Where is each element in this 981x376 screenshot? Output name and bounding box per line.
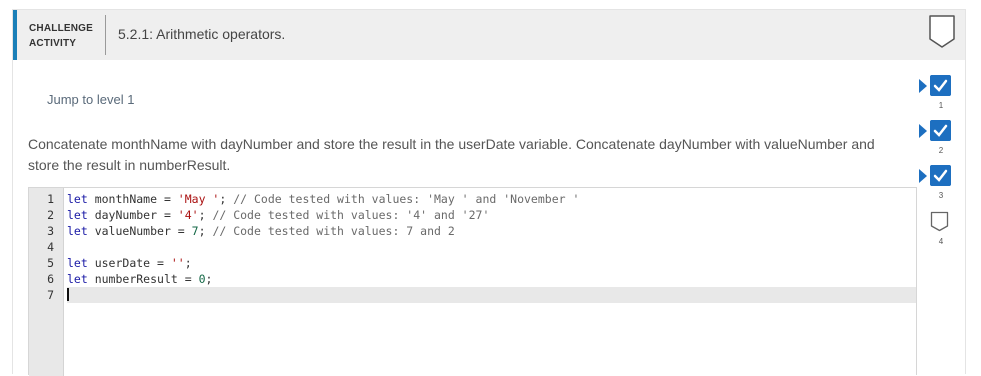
code-text[interactable] [67, 287, 916, 303]
code-text[interactable]: let dayNumber = '4'; // Code tested with… [67, 207, 489, 223]
header-accent-bar [13, 10, 17, 60]
level-3-button[interactable]: 3 [919, 165, 969, 205]
line-number: 2 [47, 208, 54, 222]
code-comment: // Code tested with values: 'May ' and '… [233, 192, 580, 206]
challenge-activity-card: CHALLENGE ACTIVITY 5.2.1: Arithmetic ope… [12, 9, 966, 376]
code-identifier: valueNumber = [87, 224, 192, 238]
code-identifier: userDate = [87, 256, 171, 270]
code-line[interactable]: 7 [29, 287, 916, 303]
code-keyword: let [67, 208, 88, 222]
level-number: 4 [938, 237, 944, 246]
code-keyword: let [67, 224, 88, 238]
code-line[interactable]: 2 let dayNumber = '4'; // Code tested wit… [29, 207, 916, 223]
code-value: 7 [191, 224, 199, 238]
code-editor[interactable]: 1 let monthName = 'May '; // Code tested … [28, 187, 917, 376]
code-text[interactable]: let numberResult = 0; [67, 271, 212, 287]
level-2-button[interactable]: 2 [919, 120, 969, 160]
check-icon [930, 75, 951, 96]
header-divider [105, 15, 106, 55]
line-number: 6 [47, 272, 54, 286]
code-value: '' [170, 256, 185, 270]
code-text[interactable]: let valueNumber = 7; // Code tested with… [67, 223, 455, 239]
code-lines[interactable]: 1 let monthName = 'May '; // Code tested … [29, 191, 916, 303]
level-number: 2 [938, 146, 944, 155]
level-1-button[interactable]: 1 [919, 75, 969, 115]
code-punctuation: ; [184, 256, 192, 270]
code-comment: // Code tested with values: '4' and '27' [212, 208, 490, 222]
code-line[interactable]: 4 [29, 239, 916, 255]
activity-type-label: CHALLENGE ACTIVITY [29, 21, 93, 51]
code-text[interactable]: let monthName = 'May '; // Code tested w… [67, 191, 579, 207]
code-keyword: let [67, 192, 88, 206]
line-number: 7 [47, 288, 54, 302]
text-cursor [67, 288, 69, 301]
level-pointer-icon [919, 124, 927, 138]
check-icon [930, 165, 951, 186]
level-pointer-icon [919, 79, 927, 93]
level-4-button[interactable]: 4 [919, 211, 969, 251]
code-punctuation: ; [198, 208, 213, 222]
line-number: 1 [47, 192, 54, 206]
code-identifier: dayNumber = [87, 208, 178, 222]
code-comment: // Code tested with values: 7 and 2 [212, 224, 455, 238]
code-identifier: numberResult = [87, 272, 199, 286]
level-number: 3 [938, 191, 944, 200]
open-box-icon [930, 211, 949, 232]
level-number: 1 [938, 101, 944, 110]
activity-type-line1: CHALLENGE [29, 23, 94, 34]
code-line[interactable]: 5 let userDate = ''; [29, 255, 916, 271]
line-number: 3 [47, 224, 54, 238]
code-punctuation: ; [219, 192, 234, 206]
check-icon [930, 120, 951, 141]
code-text[interactable]: let userDate = ''; [67, 255, 192, 271]
code-punctuation: ; [198, 224, 213, 238]
line-number: 4 [47, 240, 54, 254]
code-line[interactable]: 6 let numberResult = 0; [29, 271, 916, 287]
code-identifier: monthName = [87, 192, 178, 206]
code-keyword: let [67, 272, 88, 286]
code-keyword: let [67, 256, 88, 270]
code-line[interactable]: 1 let monthName = 'May '; // Code tested … [29, 191, 916, 207]
code-value: 'May ' [177, 192, 220, 206]
line-number: 5 [47, 256, 54, 270]
activity-title: 5.2.1: Arithmetic operators. [118, 26, 286, 42]
code-punctuation: ; [205, 272, 213, 286]
code-value: '4' [177, 208, 199, 222]
activity-type-line2: ACTIVITY [29, 38, 77, 49]
jump-to-level-link[interactable]: Jump to level 1 [47, 92, 134, 107]
activity-header: CHALLENGE ACTIVITY 5.2.1: Arithmetic ope… [13, 10, 965, 60]
activity-completion-box-icon [929, 15, 955, 48]
code-line[interactable]: 3 let valueNumber = 7; // Code tested wit… [29, 223, 916, 239]
instructions-text: Concatenate monthName with dayNumber and… [28, 136, 875, 173]
code-value: 0 [198, 272, 206, 286]
level-pointer-icon [919, 169, 927, 183]
